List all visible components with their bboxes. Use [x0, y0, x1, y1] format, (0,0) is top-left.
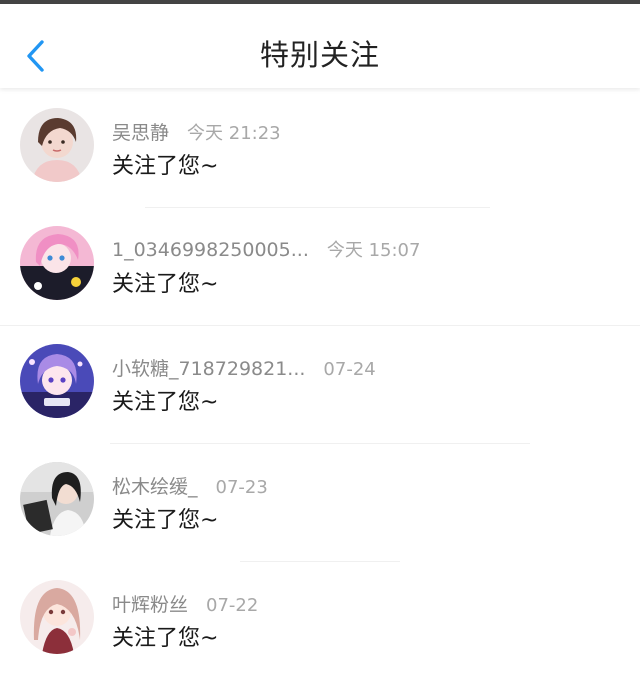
- message-time: 07-24: [323, 359, 376, 380]
- message-text: 关注了您~: [112, 508, 219, 533]
- message-meta: 叶辉粉丝 07-22: [112, 590, 258, 616]
- message-list: 吴思静 今天 21:23 关注了您~ 1_0346998250005... 今天 1…: [0, 90, 640, 680]
- sender-name[interactable]: 吴思静: [112, 122, 169, 144]
- message-row[interactable]: 松木绘缓_ 07-23 关注了您~: [0, 444, 640, 562]
- message-meta: 小软糖_718729821... 07-24: [112, 354, 376, 380]
- avatar[interactable]: [20, 580, 94, 654]
- sender-name[interactable]: 松木绘缓_: [112, 476, 198, 498]
- message-row[interactable]: 小软糖_718729821... 07-24 关注了您~: [0, 326, 640, 444]
- avatar[interactable]: [20, 462, 94, 536]
- message-meta: 1_0346998250005... 今天 15:07: [112, 236, 420, 262]
- message-row[interactable]: 吴思静 今天 21:23 关注了您~: [0, 90, 640, 208]
- message-row[interactable]: 1_0346998250005... 今天 15:07 关注了您~: [0, 208, 640, 326]
- message-text: 关注了您~: [112, 154, 219, 179]
- sender-name[interactable]: 叶辉粉丝: [112, 594, 188, 616]
- message-text: 关注了您~: [112, 272, 219, 297]
- message-text: 关注了您~: [112, 390, 219, 415]
- message-time: 今天 21:23: [187, 123, 281, 144]
- app-header: 特别关注: [0, 4, 640, 88]
- message-meta: 松木绘缓_ 07-23: [112, 472, 268, 498]
- message-time: 07-22: [206, 595, 259, 616]
- page-title: 特别关注: [259, 38, 380, 72]
- message-text: 关注了您~: [112, 626, 219, 651]
- sender-name[interactable]: 小软糖_718729821...: [112, 358, 305, 380]
- message-time: 今天 15:07: [326, 240, 421, 261]
- sender-name[interactable]: 1_0346998250005...: [112, 239, 309, 261]
- avatar[interactable]: [20, 344, 94, 418]
- message-time: 07-23: [215, 477, 268, 498]
- message-row[interactable]: 叶辉粉丝 07-22 关注了您~: [0, 562, 640, 680]
- avatar[interactable]: [20, 108, 94, 182]
- avatar[interactable]: [20, 226, 94, 300]
- message-meta: 吴思静 今天 21:23: [112, 118, 281, 144]
